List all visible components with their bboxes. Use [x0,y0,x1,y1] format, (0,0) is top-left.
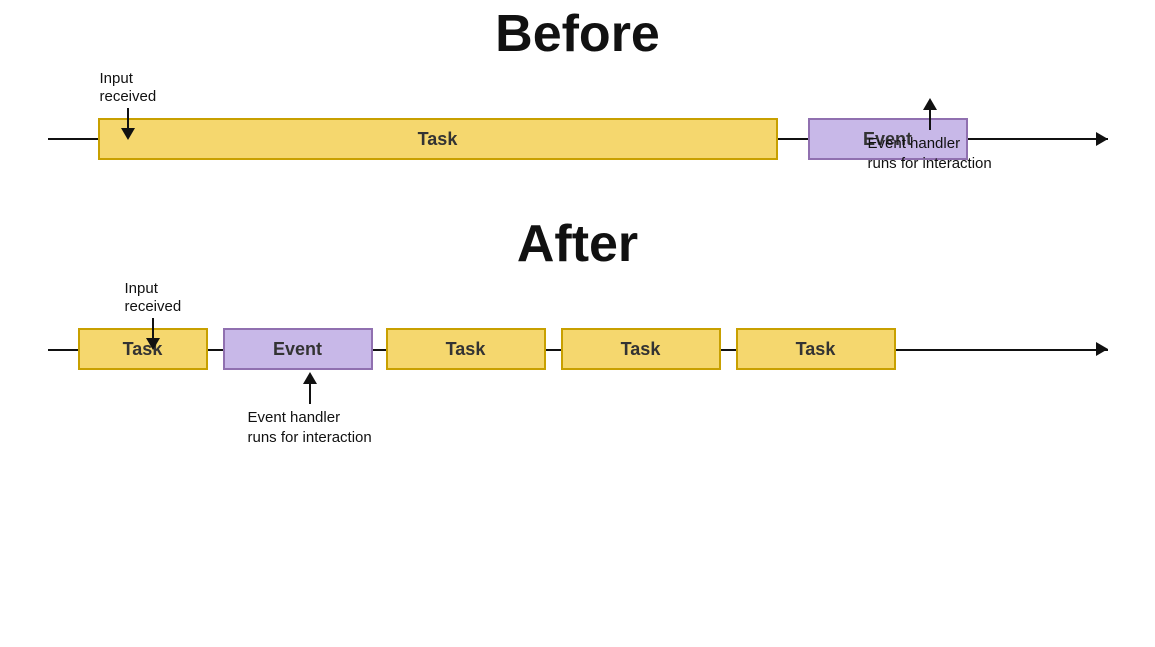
after-arrow-right-icon [1096,342,1108,356]
before-event-handler-annotation: Event handlerruns for interaction [868,98,992,173]
before-input-received-text: Inputreceived [100,70,157,106]
after-input-received-annotation: Inputreceived [125,280,182,350]
after-event-box: Event [223,328,373,370]
before-section: Before Task Event Inputreceived [0,0,1155,190]
after-event-handler-text: Event handlerruns for interaction [248,408,372,447]
after-input-arrow-head [146,338,160,350]
before-input-received-annotation: Inputreceived [100,70,157,140]
before-input-arrow-head [121,128,135,140]
after-event-handler-annotation: Event handlerruns for interaction [248,372,372,447]
after-input-received-text: Inputreceived [125,280,182,316]
after-task3-box: Task [561,328,721,370]
after-diagram-area: Task Event Task Task Task Inputreceived [48,280,1108,410]
before-event-handler-text: Event handlerruns for interaction [868,134,992,173]
after-title: After [517,218,638,270]
after-event-label: Event [273,339,322,360]
after-input-arrow-down [146,318,160,350]
before-task-label: Task [418,129,458,150]
after-event-handler-arrow-line [309,384,311,404]
after-event-handler-arrow-up [303,372,317,404]
before-event-handler-arrow-line [929,110,931,130]
before-arrow-right-icon [1096,132,1108,146]
after-section: After Task Event Task Task [0,190,1155,410]
before-input-arrow-down [121,108,135,140]
after-task2-box: Task [386,328,546,370]
after-task4-box: Task [736,328,896,370]
after-task4-label: Task [796,339,836,360]
diagram-container: Before Task Event Inputreceived [0,0,1155,647]
after-event-handler-arrow-head [303,372,317,384]
before-input-arrow-line [127,108,129,128]
after-input-arrow-line [152,318,154,338]
before-event-handler-arrow-head [923,98,937,110]
before-task-box: Task [98,118,778,160]
after-task2-label: Task [446,339,486,360]
after-task3-label: Task [621,339,661,360]
before-event-handler-arrow-up [923,98,937,130]
before-title: Before [495,8,660,60]
before-diagram-area: Task Event Inputreceived Event [48,70,1108,190]
